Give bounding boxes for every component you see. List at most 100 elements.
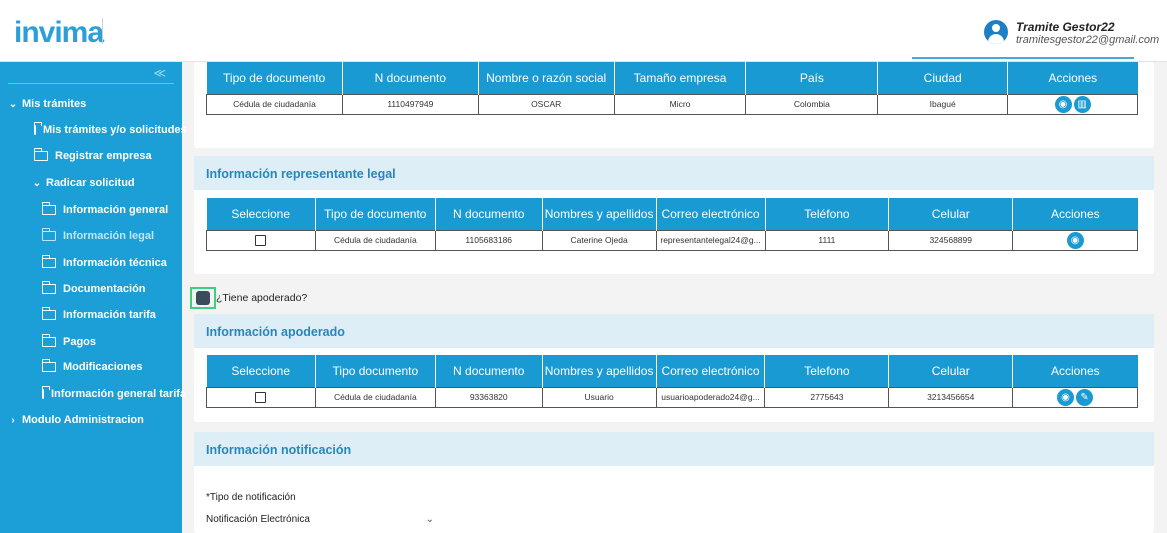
col-celular: Celular — [888, 198, 1014, 230]
apoderado-question-label: ¿Tiene apoderado? — [216, 292, 308, 304]
table-cell: representantelegal24@g... — [655, 229, 766, 251]
col-n-documento: N documento — [342, 62, 479, 94]
sidebar-item-radicar-solicitud[interactable]: ⌄ Radicar solicitud — [0, 171, 182, 195]
folder-icon — [41, 202, 56, 215]
apoderado-checkbox[interactable] — [190, 287, 216, 309]
sidebar-item-registrar-empresa[interactable]: Registrar empresa — [0, 144, 182, 168]
sidebar-item-informacion-tecnica[interactable]: Información técnica — [0, 251, 182, 275]
sidebar-item-informacion-legal[interactable]: Información legal — [0, 224, 182, 248]
folder-icon — [33, 148, 48, 161]
table-cell: 3213456654 — [888, 386, 1014, 408]
edit-pencil-icon[interactable]: ✎ — [1076, 388, 1094, 406]
sidebar-item-mis-tramites[interactable]: ⌄ Mis trámites — [0, 92, 182, 116]
checkbox-fill — [196, 291, 210, 305]
col-tamano: Tamaño empresa — [614, 62, 747, 94]
user-name: Tramite Gestor22 — [1016, 20, 1115, 34]
table-cell: Cédula de ciudadanía — [314, 229, 436, 251]
table-cell: 1111 — [764, 229, 890, 251]
sidebar-item-informacion-general-tarifa[interactable]: Información general tarifa — [0, 382, 186, 406]
sidebar-item-label: Pagos — [63, 336, 97, 348]
user-avatar-icon[interactable] — [984, 20, 1008, 44]
tipo-notificacion-select[interactable]: Notificación Electrónica ⌄ — [206, 514, 438, 532]
delete-trash-icon[interactable]: ▥ — [1073, 95, 1091, 113]
table-cell: 324568899 — [888, 229, 1014, 251]
sidebar-item-informacion-tarifa[interactable]: Información tarifa — [0, 303, 182, 327]
col-tipo-documento: Tipo documento — [315, 355, 436, 387]
tipo-notificacion-label: *Tipo de notificación — [206, 492, 296, 503]
view-eye-icon[interactable]: ◉ — [1057, 388, 1075, 406]
sidebar-item-label: Información técnica — [63, 257, 167, 269]
table-cell: usuarioapoderado24@g... — [655, 386, 766, 408]
col-telefono: Telefono — [764, 355, 890, 387]
representante-card: Información representante legal Seleccio… — [194, 156, 1154, 274]
folder-icon — [41, 228, 56, 241]
sidebar-item-informacion-general[interactable]: Información general — [0, 198, 182, 222]
notificacion-title: Información notificación — [194, 432, 1154, 466]
sidebar-item-label: Documentación — [63, 283, 146, 295]
sidebar: ≪ ⌄ Mis trámites Mis trámites y/o solici… — [0, 62, 187, 533]
table-cell-actions: ◉ ✎ — [1012, 386, 1138, 408]
table-cell: 2775643 — [764, 386, 890, 408]
col-nombres: Nombres y apellidos — [542, 198, 657, 230]
sidebar-item-label: Información general tarifa — [51, 388, 187, 400]
row-checkbox[interactable] — [255, 234, 267, 246]
col-pais: País — [745, 62, 879, 94]
invima-logo[interactable]: invima — [14, 16, 104, 50]
table-cell-select — [206, 229, 316, 251]
col-tipo-documento: Tipo de documento — [206, 62, 343, 94]
sidebar-item-label: Modulo Administracion — [22, 414, 144, 426]
folder-icon — [41, 255, 56, 268]
sidebar-item-label: Información tarifa — [63, 309, 156, 321]
sidebar-item-label: Radicar solicitud — [46, 177, 135, 189]
table-cell: Cédula de ciudadanía — [314, 386, 436, 408]
col-acciones: Acciones — [1012, 355, 1138, 387]
view-eye-icon[interactable]: ◉ — [1054, 95, 1072, 113]
table-cell: Micro — [613, 93, 747, 115]
top-header: invima Tramite Gestor22 tramitesgestor22… — [0, 0, 1167, 62]
col-celular: Celular — [888, 355, 1014, 387]
table-cell: 1110497949 — [341, 93, 479, 115]
table-cell: Colombia — [745, 93, 879, 115]
col-tipo-documento: Tipo de documento — [315, 198, 436, 230]
row-checkbox[interactable] — [255, 391, 267, 403]
view-eye-icon[interactable]: ◉ — [1066, 231, 1084, 249]
col-correo: Correo electrónico — [656, 355, 766, 387]
chevron-down-icon: ⌄ — [32, 177, 42, 189]
sidebar-item-label: Mis trámites y/o solicitudes — [43, 124, 187, 136]
col-nombres: Nombres y apellidos — [542, 355, 657, 387]
folder-icon — [33, 122, 42, 135]
col-nombre: Nombre o razón social — [478, 62, 615, 94]
sidebar-item-label: Mis trámites — [22, 98, 87, 110]
sidebar-item-label: Información general — [63, 204, 169, 216]
col-seleccione: Seleccione — [206, 355, 316, 387]
sidebar-item-pagos[interactable]: Pagos — [0, 330, 182, 354]
col-n-documento: N documento — [435, 355, 543, 387]
apoderado-table: Seleccione Tipo documento N documento No… — [206, 355, 1138, 408]
folder-icon — [41, 359, 56, 372]
sidebar-item-modificaciones[interactable]: Modificaciones — [0, 355, 182, 379]
apoderado-card: Información apoderado Seleccione Tipo do… — [194, 314, 1154, 422]
table-row: Cédula de ciudadanía 1110497949 OSCAR Mi… — [206, 93, 1138, 115]
folder-icon — [41, 386, 50, 399]
table-cell-actions: ◉ — [1012, 229, 1138, 251]
sidebar-item-label: Registrar empresa — [55, 150, 152, 162]
collapse-icon[interactable]: ≪ — [153, 66, 166, 80]
table-cell: Cédula de ciudadanía — [206, 93, 343, 115]
col-seleccione: Seleccione — [206, 198, 316, 230]
table-cell: OSCAR — [477, 93, 615, 115]
header-divider — [912, 57, 1134, 59]
logo-divider — [102, 18, 103, 44]
representante-table: Seleccione Tipo de documento N documento… — [206, 198, 1138, 251]
sidebar-item-mis-tramites-solicitudes[interactable]: Mis trámites y/o solicitudes — [0, 118, 187, 142]
sidebar-item-modulo-administracion[interactable]: › Modulo Administracion — [0, 408, 182, 432]
sidebar-item-label: Información legal — [63, 230, 155, 242]
empresa-card: Tipo de documento N documento Nombre o r… — [194, 62, 1154, 148]
sidebar-item-documentacion[interactable]: Documentación — [0, 277, 182, 301]
col-acciones: Acciones — [1007, 62, 1138, 94]
col-n-documento: N documento — [435, 198, 543, 230]
col-correo: Correo electrónico — [656, 198, 766, 230]
table-cell: Usuario — [541, 386, 657, 408]
apoderado-title: Información apoderado — [194, 314, 1154, 348]
folder-icon — [41, 334, 56, 347]
empresa-table: Tipo de documento N documento Nombre o r… — [206, 62, 1138, 115]
